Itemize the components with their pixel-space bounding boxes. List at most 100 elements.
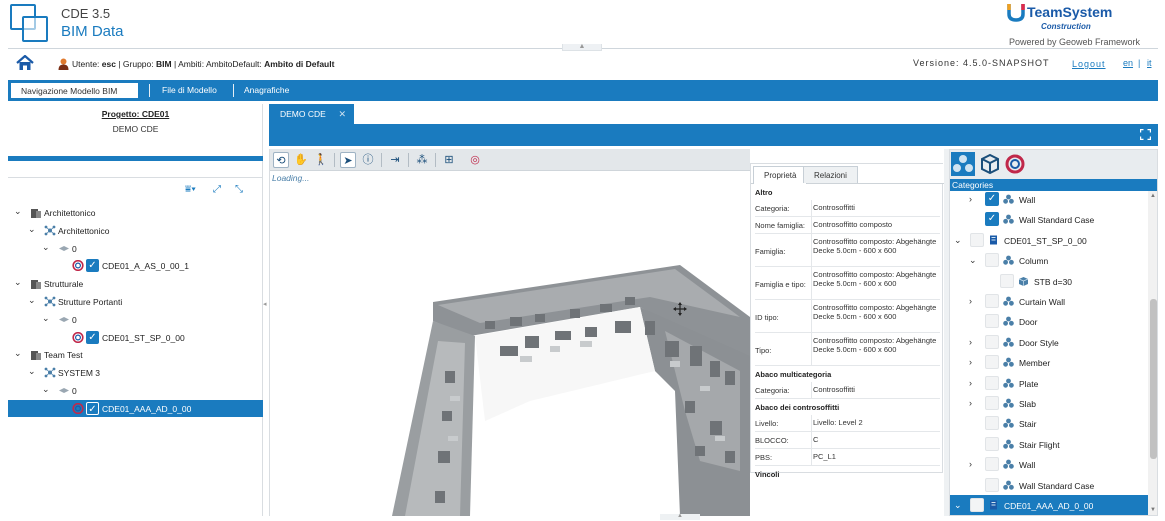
walk-icon[interactable]: 🚶 — [313, 152, 329, 168]
visibility-checkbox[interactable]: ✓ — [86, 330, 99, 344]
filter-dropdown-icon[interactable]: ⩸▾ — [185, 184, 196, 195]
fullscreen-icon[interactable] — [1140, 129, 1151, 140]
tree-row[interactable]: ⌄ 0 — [8, 382, 263, 399]
category-checkbox[interactable] — [985, 396, 999, 410]
tree-row[interactable]: ✓ CDE01_ST_SP_0_00 — [8, 329, 263, 346]
tree-row[interactable]: ⌄ 0 — [8, 240, 263, 257]
chevron-down-icon[interactable]: ⌄ — [28, 366, 38, 377]
pan-icon[interactable]: ✋ — [293, 152, 309, 168]
tab-demo-cde[interactable]: DEMO CDE ✕ — [269, 104, 354, 124]
category-row[interactable]: Wall Standard Case — [950, 475, 1148, 495]
category-checkbox[interactable] — [985, 375, 999, 390]
chevron-right-icon[interactable]: › — [969, 194, 972, 204]
visibility-checkbox[interactable]: ✓ — [86, 401, 99, 415]
scrollbar-thumb[interactable] — [1150, 299, 1157, 459]
category-checkbox[interactable] — [985, 314, 999, 329]
bim-3d-viewer[interactable]: ⟲ ✋ 🚶 ➤ ⓘ ⇥ ⁂ ⊞ ◎ Loading... Proprietà R… — [269, 149, 944, 516]
chevron-down-icon[interactable]: ⌄ — [954, 235, 962, 246]
collapse-header-handle[interactable]: ▲ — [562, 43, 602, 51]
category-row[interactable]: › Curtain Wall — [950, 291, 1148, 311]
category-row[interactable]: › Door Style — [950, 332, 1148, 352]
tree-row[interactable]: ⌄ Team Test — [8, 346, 263, 363]
category-row[interactable]: Stair — [950, 413, 1148, 433]
category-row[interactable]: › Wall — [950, 454, 1148, 474]
section-plane-icon[interactable]: ⇥ — [387, 152, 403, 168]
left-panel-resize-handle[interactable]: ◂ — [263, 300, 268, 330]
scroll-down-icon[interactable]: ▼ — [1150, 507, 1156, 513]
visibility-checkbox[interactable]: ✓ — [86, 259, 99, 273]
select-icon[interactable]: ➤ — [340, 152, 356, 168]
category-checkbox[interactable] — [985, 253, 999, 268]
chevron-down-icon[interactable]: ⌄ — [42, 242, 52, 253]
tree-row[interactable]: ⌄ 0 — [8, 311, 263, 328]
model-tree-icon[interactable]: ⁂ — [414, 152, 430, 168]
tab-anagrafiche[interactable]: Anagrafiche — [234, 82, 299, 99]
logout-link[interactable]: Logout — [1072, 59, 1106, 69]
scroll-up-icon[interactable]: ▲ — [1150, 193, 1156, 199]
category-row[interactable]: › ✓ Wall — [950, 191, 1148, 209]
tab-relazioni[interactable]: Relazioni — [803, 166, 858, 183]
categories-tree-icon[interactable] — [951, 152, 975, 176]
tree-row[interactable]: ✓ CDE01_A_AS_0_00_1 — [8, 257, 263, 274]
tab-file-di-modello[interactable]: File di Modello — [152, 82, 227, 99]
chevron-right-icon[interactable]: › — [969, 378, 972, 388]
category-row[interactable]: › Slab — [950, 393, 1148, 413]
collapse-all-icon[interactable]: ⤡ — [235, 184, 243, 195]
category-checkbox[interactable] — [985, 457, 999, 472]
category-checkbox[interactable] — [1000, 273, 1014, 288]
category-checkbox[interactable] — [985, 355, 999, 370]
orbit-icon[interactable]: ⟲ — [273, 152, 289, 168]
chevron-down-icon[interactable]: ⌄ — [14, 277, 24, 288]
category-checkbox[interactable] — [985, 477, 999, 492]
chevron-right-icon[interactable]: › — [969, 398, 972, 408]
chevron-down-icon[interactable]: ⌄ — [14, 348, 24, 359]
category-checkbox[interactable] — [985, 294, 999, 308]
home-icon[interactable] — [16, 55, 34, 71]
category-row[interactable]: Door — [950, 311, 1148, 331]
chevron-down-icon[interactable]: ⌄ — [42, 313, 52, 324]
chevron-down-icon[interactable]: ⌄ — [14, 206, 24, 217]
category-row[interactable]: ⌄ Column — [950, 250, 1148, 270]
tree-row[interactable]: ⌄ Strutture Portanti — [8, 293, 263, 310]
category-row[interactable]: › Plate — [950, 373, 1148, 393]
bim-logo-icon[interactable]: ◎ — [467, 152, 483, 168]
chevron-right-icon[interactable]: › — [969, 357, 972, 367]
chevron-down-icon[interactable]: ⌄ — [28, 224, 38, 235]
chevron-down-icon[interactable]: ⌄ — [954, 500, 962, 511]
tree-row[interactable]: ✓ CDE01_AAA_AD_0_00 — [8, 399, 263, 417]
category-checkbox[interactable] — [970, 498, 984, 512]
category-checkbox[interactable] — [985, 436, 999, 451]
chevron-right-icon[interactable]: › — [969, 337, 972, 347]
category-row[interactable]: ⌄ CDE01_AAA_AD_0_00 — [950, 495, 1148, 515]
chevron-down-icon[interactable]: ⌄ — [42, 384, 52, 395]
category-checkbox[interactable] — [985, 416, 999, 431]
category-row[interactable]: › Member — [950, 352, 1148, 372]
bottom-panel-resize-handle[interactable]: ▲ — [660, 513, 700, 520]
chevron-down-icon[interactable]: ⌄ — [969, 255, 977, 266]
category-row[interactable]: ✓ Wall Standard Case — [950, 209, 1148, 229]
tree-row[interactable]: ⌄ Architettonico — [8, 204, 263, 221]
tree-row[interactable]: ⌄ Strutturale — [8, 275, 263, 292]
tree-row[interactable]: ⌄ Architettonico — [8, 222, 263, 239]
chevron-right-icon[interactable]: › — [969, 459, 972, 469]
project-title[interactable]: Progetto: CDE01 — [8, 109, 263, 119]
properties-icon[interactable]: ⊞ — [441, 152, 457, 168]
3d-model-render[interactable] — [270, 171, 750, 516]
chevron-right-icon[interactable]: › — [969, 296, 972, 306]
tab-navigazione-modello-bim[interactable]: Navigazione Modello BIM — [10, 82, 139, 99]
category-checkbox[interactable]: ✓ — [985, 192, 999, 206]
category-checkbox[interactable] — [970, 232, 984, 247]
category-row[interactable]: Stair Flight — [950, 434, 1148, 454]
category-checkbox[interactable] — [985, 334, 999, 349]
language-en-link[interactable]: en — [1123, 58, 1133, 68]
category-row[interactable]: ⌄ CDE01_ST_SP_0_00 — [950, 230, 1148, 250]
chevron-down-icon[interactable]: ⌄ — [28, 295, 38, 306]
category-row[interactable]: STB d=30 — [950, 271, 1148, 291]
language-it-link[interactable]: it — [1147, 58, 1152, 68]
cube-structure-icon[interactable] — [978, 152, 1002, 176]
info-icon[interactable]: ⓘ — [360, 152, 376, 168]
tab-proprieta[interactable]: Proprietà — [753, 166, 808, 184]
tree-row[interactable]: ⌄ SYSTEM 3 — [8, 364, 263, 381]
expand-all-icon[interactable]: ⤢ — [213, 184, 221, 195]
close-icon[interactable]: ✕ — [338, 104, 346, 124]
